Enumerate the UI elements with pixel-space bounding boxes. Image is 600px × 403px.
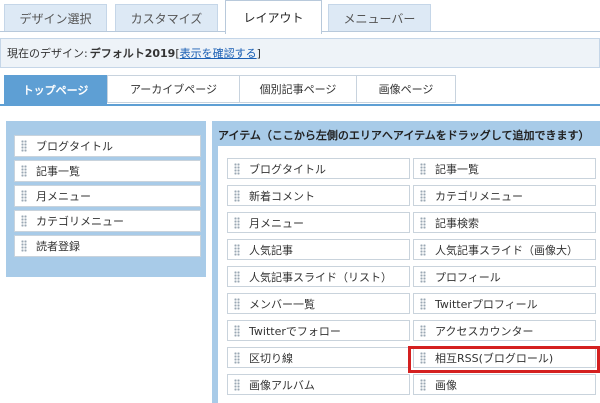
drag-handle-icon[interactable] xyxy=(420,270,426,283)
tab-article-page[interactable]: 個別記事ページ xyxy=(239,75,357,103)
link-bracket-close: ] xyxy=(256,46,261,60)
items-grid: ブログタイトル 記事一覧 新着コメント カテゴリメニュー 月メニュー 記事検索 … xyxy=(218,146,600,403)
layout-item-label: 月メニュー xyxy=(36,190,91,203)
item-card[interactable]: メンバー一覧 xyxy=(227,293,410,314)
top-tab-bar: デザイン選択 カスタマイズ レイアウト メニューバー xyxy=(0,0,600,34)
tab-design-select[interactable]: デザイン選択 xyxy=(4,4,107,32)
items-panel-title: アイテム（ここから左側のエリアへアイテムをドラッグして追加できます） xyxy=(218,129,590,142)
drag-handle-icon[interactable] xyxy=(420,243,426,256)
tab-archive-page[interactable]: アーカイブページ xyxy=(107,75,240,103)
drag-handle-icon[interactable] xyxy=(234,297,240,310)
layout-item[interactable]: ブログタイトル xyxy=(14,135,201,157)
drag-handle-icon[interactable] xyxy=(234,189,240,202)
item-label: メンバー一覧 xyxy=(249,297,315,311)
item-label: 記事一覧 xyxy=(435,162,479,176)
item-label: 記事検索 xyxy=(435,216,479,230)
current-design-prefix: 現在のデザイン: xyxy=(7,47,88,60)
tab-label: 画像ページ xyxy=(378,83,434,96)
item-label: 新着コメント xyxy=(249,189,315,203)
drag-handle-icon[interactable] xyxy=(21,215,27,227)
available-items-panel: アイテム（ここから左側のエリアへアイテムをドラッグして追加できます） ブログタイ… xyxy=(212,121,600,403)
item-label: アクセスカウンター xyxy=(435,324,534,338)
view-design-link[interactable]: 表示を確認する xyxy=(180,45,257,61)
drag-handle-icon[interactable] xyxy=(234,243,240,256)
layout-item-label: 読者登録 xyxy=(36,240,80,253)
item-card[interactable]: 月メニュー xyxy=(227,212,410,233)
item-label: Twitterでフォロー xyxy=(249,324,341,338)
layout-drop-area[interactable]: ブログタイトル 記事一覧 月メニュー カテゴリメニュー 読者登録 xyxy=(6,121,206,277)
item-card[interactable]: 人気記事スライド（画像大） xyxy=(413,239,596,260)
drag-handle-icon[interactable] xyxy=(420,162,426,175)
item-card[interactable]: 新着コメント xyxy=(227,185,410,206)
tab-menubar[interactable]: メニューバー xyxy=(328,4,431,32)
tab-label: カスタマイズ xyxy=(130,12,203,26)
item-card[interactable]: 画像 xyxy=(413,374,596,395)
item-card[interactable]: 記事一覧 xyxy=(413,158,596,179)
tab-layout[interactable]: レイアウト xyxy=(225,0,322,34)
item-label: カテゴリメニュー xyxy=(435,189,523,203)
item-label: 月メニュー xyxy=(249,216,304,230)
tab-label: メニューバー xyxy=(343,12,416,26)
drag-handle-icon[interactable] xyxy=(420,297,426,310)
item-card[interactable]: 区切り線 xyxy=(227,347,410,368)
item-card[interactable]: アクセスカウンター xyxy=(413,320,596,341)
item-label: 人気記事スライド（リスト） xyxy=(249,270,392,284)
layout-item[interactable]: 読者登録 xyxy=(14,235,201,257)
drag-handle-icon[interactable] xyxy=(234,270,240,283)
drag-handle-icon[interactable] xyxy=(420,378,426,391)
item-card[interactable]: ブログタイトル xyxy=(227,158,410,179)
item-card[interactable]: Twitterでフォロー xyxy=(227,320,410,341)
item-card[interactable]: プロフィール xyxy=(413,266,596,287)
item-label: 区切り線 xyxy=(249,351,293,365)
item-card-rss-blogroll[interactable]: 相互RSS(ブログロール) xyxy=(413,347,596,368)
layout-item-label: ブログタイトル xyxy=(36,140,113,153)
item-card[interactable]: 記事検索 xyxy=(413,212,596,233)
layout-item-label: 記事一覧 xyxy=(36,165,80,178)
drag-handle-icon[interactable] xyxy=(234,351,240,364)
item-label: Twitterプロフィール xyxy=(435,297,538,311)
item-card[interactable]: カテゴリメニュー xyxy=(413,185,596,206)
layout-item-label: カテゴリメニュー xyxy=(36,215,124,228)
drag-handle-icon[interactable] xyxy=(420,351,426,364)
tab-customize[interactable]: カスタマイズ xyxy=(115,4,218,32)
tab-label: デザイン選択 xyxy=(19,12,92,26)
drag-handle-icon[interactable] xyxy=(21,165,27,177)
drag-handle-icon[interactable] xyxy=(420,324,426,337)
item-label: 人気記事スライド（画像大） xyxy=(435,243,578,257)
drag-handle-icon[interactable] xyxy=(420,189,426,202)
drag-handle-icon[interactable] xyxy=(234,324,240,337)
item-card[interactable]: 人気記事スライド（リスト） xyxy=(227,266,410,287)
item-label: 画像アルバム xyxy=(249,378,315,392)
layout-item[interactable]: カテゴリメニュー xyxy=(14,210,201,232)
item-card[interactable]: 人気記事 xyxy=(227,239,410,260)
current-design-name: デフォルト2019 xyxy=(89,47,176,60)
tab-label: レイアウト xyxy=(243,11,304,25)
layout-item[interactable]: 月メニュー xyxy=(14,185,201,207)
drag-handle-icon[interactable] xyxy=(420,216,426,229)
tab-top-page[interactable]: トップページ xyxy=(4,75,107,105)
drag-handle-icon[interactable] xyxy=(21,190,27,202)
current-design-bar: 現在のデザイン: デフォルト2019 [ 表示を確認する ] xyxy=(0,38,600,68)
tab-label: アーカイブページ xyxy=(129,83,218,96)
drag-handle-icon[interactable] xyxy=(21,140,27,152)
tab-label: 個別記事ページ xyxy=(259,83,337,96)
item-card[interactable]: 画像アルバム xyxy=(227,374,410,395)
sub-tab-divider xyxy=(0,104,600,106)
item-label: プロフィール xyxy=(435,270,501,284)
item-card[interactable]: Twitterプロフィール xyxy=(413,293,596,314)
layout-item[interactable]: 記事一覧 xyxy=(14,160,201,182)
item-label: 人気記事 xyxy=(249,243,293,257)
drag-handle-icon[interactable] xyxy=(234,162,240,175)
drag-handle-icon[interactable] xyxy=(234,378,240,391)
page-type-tabs: トップページ アーカイブページ 個別記事ページ 画像ページ xyxy=(0,75,600,105)
drag-handle-icon[interactable] xyxy=(234,216,240,229)
tab-label: トップページ xyxy=(22,84,89,97)
drag-handle-icon[interactable] xyxy=(21,240,27,252)
item-label: 画像 xyxy=(435,378,457,392)
item-label: ブログタイトル xyxy=(249,162,326,176)
tab-image-page[interactable]: 画像ページ xyxy=(356,75,456,103)
item-label: 相互RSS(ブログロール) xyxy=(435,351,554,365)
